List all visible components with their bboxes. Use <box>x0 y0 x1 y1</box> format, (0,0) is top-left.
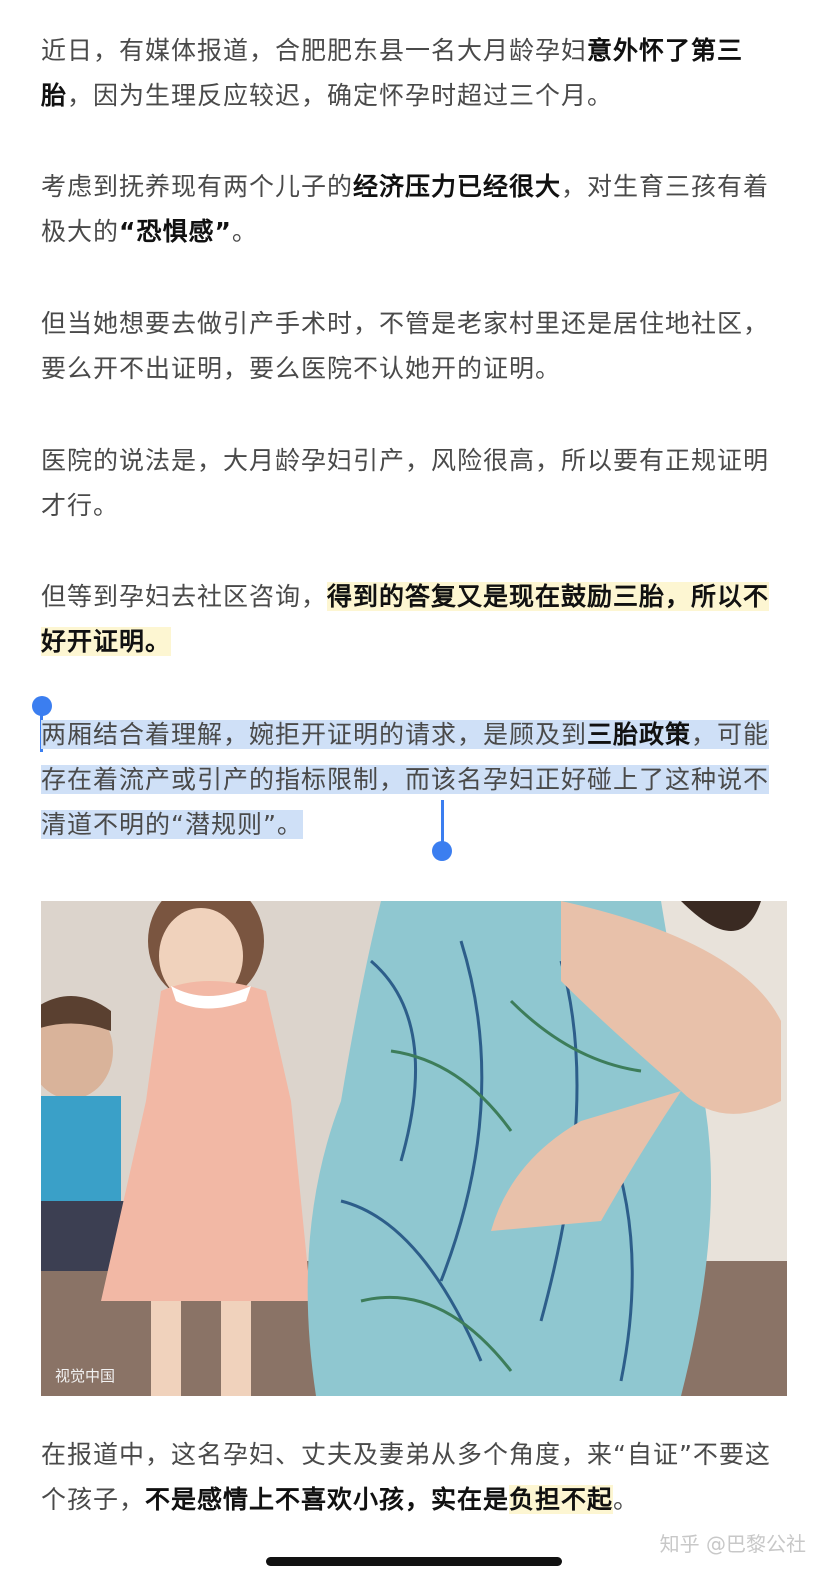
highlighted-bold-text: 负担不起 <box>509 1485 614 1514</box>
text-run: 两厢结合着理解，婉拒开证明的请求，是顾及到 <box>41 720 588 749</box>
text-run: 近日，有媒体报道，合肥肥东县一名大月龄孕妇 <box>41 36 588 65</box>
bold-text: “恐惧感” <box>119 217 232 246</box>
photo-illustration <box>41 901 787 1396</box>
paragraph-3: 但当她想要去做引产手术时，不管是老家村里还是居住地社区，要么开不出证明，要么医院… <box>41 309 770 383</box>
paragraph-4: 医院的说法是，大月龄孕妇引产，风险很高，所以要有正规证明才行。 <box>41 446 770 520</box>
text-run: 但等到孕妇去社区咨询， <box>41 582 328 611</box>
bold-text: 三胎政策 <box>587 720 692 749</box>
paragraph-1: 近日，有媒体报道，合肥肥东县一名大月龄孕妇意外怀了第三胎，因为生理反应较迟，确定… <box>41 28 787 118</box>
bold-text: 不是感情上不喜欢小孩，实在是 <box>145 1485 510 1514</box>
bold-text: 经济压力已经很大 <box>353 172 562 201</box>
selection-end-handle[interactable] <box>432 841 452 861</box>
image-credit: 视觉中国 <box>55 1367 116 1385</box>
paragraph-5: 但等到孕妇去社区咨询，得到的答复又是现在鼓励三胎，所以不好开证明。 <box>41 574 787 664</box>
zhihu-watermark: 知乎 @巴黎公社 <box>659 1532 806 1556</box>
paragraph-7: 在报道中，这名孕妇、丈夫及妻弟从多个角度，来“自证”不要这个孩子，不是感情上不喜… <box>41 1432 787 1522</box>
text-run: 考虑到抚养现有两个儿子的 <box>41 172 354 201</box>
home-indicator[interactable] <box>266 1557 562 1566</box>
text-run: 。 <box>231 217 258 246</box>
text-run: ，因为生理反应较迟，确定怀孕时超过三个月。 <box>67 81 614 110</box>
selection-end-bar[interactable] <box>441 800 444 844</box>
paragraph-2: 考虑到抚养现有两个儿子的经济压力已经很大，对生育三孩有着极大的“恐惧感”。 <box>41 164 787 254</box>
text-run: 。 <box>613 1485 640 1514</box>
article-photo[interactable]: 视觉中国 <box>41 901 787 1396</box>
paragraph-6-selected[interactable]: 两厢结合着理解，婉拒开证明的请求，是顾及到三胎政策，可能存在着流产或引产的指标限… <box>41 712 787 847</box>
